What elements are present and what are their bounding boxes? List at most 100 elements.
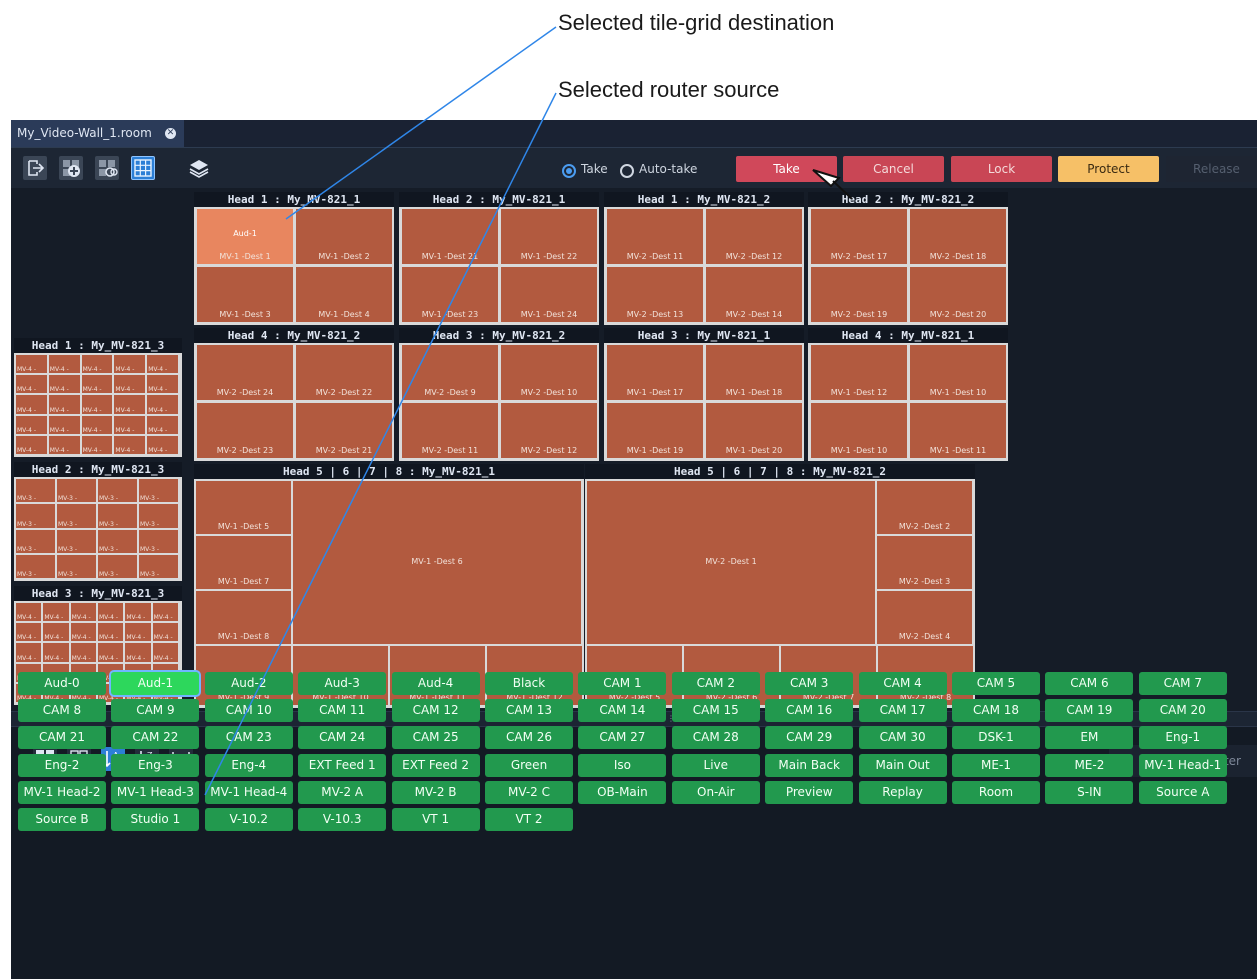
destination-tile[interactable]: MV-4 - (114, 415, 146, 434)
release-button[interactable]: Release (1166, 156, 1257, 182)
destination-tile[interactable]: MV-3 - (57, 479, 96, 503)
destination-tile[interactable]: MV-4 - (114, 435, 146, 454)
destination-tile[interactable]: MV-4 - (48, 415, 80, 434)
destination-tile[interactable]: MV-1 -Dest 10 (910, 345, 1006, 400)
destination-tile[interactable]: MV-4 - (81, 355, 113, 374)
destination-tile[interactable]: MV-4 - (147, 355, 178, 374)
destination-tile[interactable]: MV-2 -Dest 13 (607, 267, 703, 322)
destination-tile[interactable]: MV-2 -Dest 17 (811, 209, 907, 264)
destination-tile[interactable]: MV-4 - (70, 643, 96, 662)
source-button[interactable]: CAM 2 (671, 672, 760, 695)
destination-tile[interactable]: MV-1 -Dest 7 (196, 536, 291, 589)
destination-tile[interactable]: MV-2 -Dest 10 (501, 345, 597, 400)
destination-tile[interactable]: MV-1 -Dest 12 (811, 345, 907, 400)
destination-tile[interactable]: MV-4 - (16, 603, 42, 622)
destination-tile[interactable]: MV-4 - (48, 355, 80, 374)
destination-tile[interactable]: MV-3 - (16, 529, 55, 553)
selected-source-button[interactable]: Aud-1 (109, 670, 202, 697)
destination-tile[interactable]: MV-2 -Dest 23 (197, 403, 293, 458)
destination-tile[interactable]: MV-4 - (125, 603, 151, 622)
destination-tile[interactable]: MV-1 -Dest 10 (811, 403, 907, 458)
destination-tile[interactable]: MV-2 -Dest 22 (296, 345, 392, 400)
destination-tile[interactable]: MV-2 -Dest 19 (811, 267, 907, 322)
cancel-button[interactable]: Cancel (843, 156, 944, 182)
destination-tile[interactable]: MV-3 - (98, 554, 137, 578)
destination-tile[interactable]: MV-1 -Dest 11 (910, 403, 1006, 458)
destination-tile[interactable]: MV-4 - (147, 375, 178, 394)
source-button[interactable]: CAM 30 (858, 726, 947, 750)
lock-button[interactable]: Lock (951, 156, 1052, 182)
source-button[interactable]: CAM 15 (671, 699, 760, 723)
destination-tile[interactable]: MV-1 -Dest 3 (197, 267, 293, 322)
source-button[interactable]: CAM 7 (1138, 672, 1227, 695)
source-button[interactable]: CAM 21 (18, 726, 106, 750)
source-button[interactable]: CAM 14 (578, 699, 667, 723)
take-button[interactable]: Take (736, 156, 837, 182)
source-button[interactable]: VT 2 (485, 808, 573, 831)
destination-tile[interactable]: MV-1 -Dest 19 (607, 403, 703, 458)
source-button[interactable]: Source A (1138, 780, 1227, 804)
destination-tile[interactable]: MV-2 -Dest 11 (607, 209, 703, 264)
source-button[interactable]: CAM 29 (765, 726, 854, 750)
grid-edit-icon[interactable] (131, 156, 155, 180)
destination-tile[interactable]: MV-4 - (81, 375, 113, 394)
source-button[interactable]: CAM 10 (204, 699, 293, 723)
destination-tile[interactable]: MV-3 - (57, 504, 96, 528)
add-tile-icon[interactable] (59, 156, 83, 180)
source-button[interactable]: Main Out (858, 753, 947, 777)
source-button[interactable]: EM (1045, 726, 1134, 750)
source-button[interactable]: ME-1 (952, 753, 1040, 777)
destination-tile[interactable]: MV-4 - (70, 623, 96, 642)
destination-tile[interactable]: MV-4 - (16, 435, 47, 454)
source-button[interactable]: MV-1 Head-1 (1138, 753, 1227, 777)
source-button[interactable]: CAM 4 (858, 672, 947, 695)
destination-tile[interactable]: MV-3 - (16, 504, 55, 528)
source-button[interactable]: MV-2 A (298, 780, 387, 804)
destination-tile[interactable]: MV-4 - (43, 623, 69, 642)
destination-tile[interactable]: MV-4 - (98, 603, 124, 622)
destination-tile[interactable]: MV-1 -Dest 22 (501, 209, 597, 264)
destination-tile[interactable]: MV-3 - (57, 529, 96, 553)
destination-tile[interactable]: MV-4 - (81, 415, 113, 434)
destination-tile[interactable]: MV-4 - (152, 643, 178, 662)
destination-tile[interactable]: MV-3 - (16, 479, 55, 503)
source-button[interactable]: EXT Feed 1 (298, 753, 387, 777)
source-button[interactable]: Eng-1 (1138, 726, 1227, 750)
destination-tile[interactable]: MV-4 - (147, 415, 178, 434)
source-button[interactable]: CAM 6 (1045, 672, 1134, 695)
exit-icon[interactable] (23, 156, 47, 180)
destination-tile[interactable]: MV-4 - (98, 623, 124, 642)
destination-tile[interactable]: MV-2 -Dest 12 (706, 209, 802, 264)
destination-tile[interactable]: MV-4 - (16, 395, 47, 414)
destination-tile[interactable]: MV-4 - (125, 623, 151, 642)
source-button[interactable]: Aud-0 (18, 672, 106, 695)
close-icon[interactable]: ✕ (165, 128, 176, 139)
source-button[interactable]: CAM 25 (391, 726, 480, 750)
destination-tile[interactable]: MV-1 -Dest 8 (196, 591, 291, 644)
destination-tile[interactable]: MV-2 -Dest 2 (877, 481, 972, 534)
destination-tile[interactable]: MV-4 - (43, 643, 69, 662)
destination-tile[interactable]: MV-4 - (48, 375, 80, 394)
source-button[interactable]: ME-2 (1045, 753, 1134, 777)
destination-tile[interactable]: MV-4 - (114, 395, 146, 414)
destination-tile[interactable]: MV-3 - (139, 479, 178, 503)
source-button[interactable]: Room (952, 780, 1040, 804)
source-button[interactable]: Iso (578, 753, 667, 777)
destination-tile[interactable]: MV-3 - (98, 479, 137, 503)
destination-tile[interactable]: MV-4 - (16, 415, 47, 434)
destination-tile[interactable]: MV-4 - (125, 643, 151, 662)
source-button[interactable]: Replay (858, 780, 947, 804)
source-button[interactable]: EXT Feed 2 (391, 753, 480, 777)
destination-tile[interactable]: MV-1 -Dest 2 (296, 209, 392, 264)
source-button[interactable]: CAM 18 (952, 699, 1040, 723)
source-button[interactable]: MV-1 Head-2 (18, 780, 106, 804)
destination-tile[interactable]: MV-2 -Dest 20 (910, 267, 1006, 322)
destination-tile[interactable]: MV-1 -Dest 5 (196, 481, 291, 534)
source-button[interactable]: Aud-2 (204, 672, 293, 695)
destination-tile[interactable]: MV-4 - (147, 395, 178, 414)
destination-tile[interactable]: MV-4 - (70, 603, 96, 622)
destination-tile[interactable]: MV-2 -Dest 3 (877, 536, 972, 589)
destination-tile[interactable]: MV-1 -Dest 21 (402, 209, 498, 264)
destination-tile[interactable]: MV-2 -Dest 14 (706, 267, 802, 322)
source-button[interactable]: MV-1 Head-3 (111, 780, 200, 804)
